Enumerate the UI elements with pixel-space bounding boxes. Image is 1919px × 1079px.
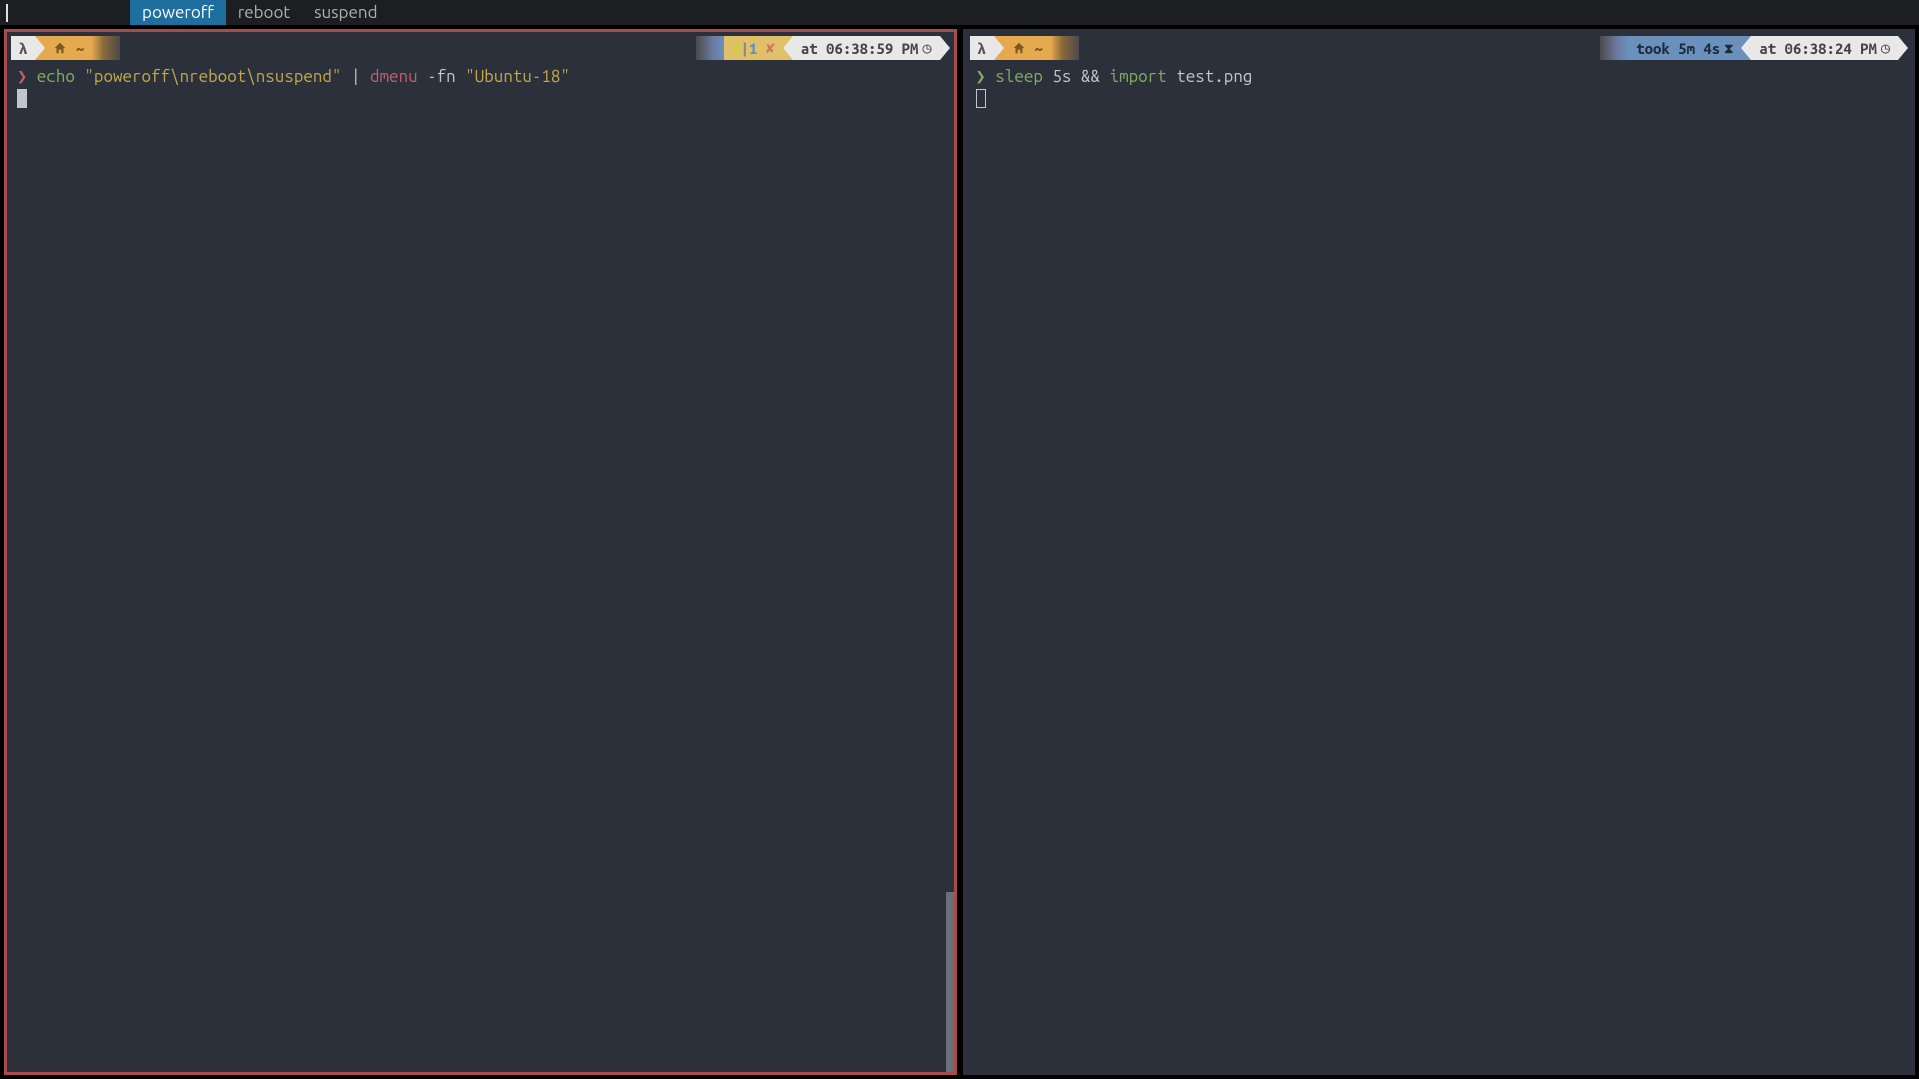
cmd-token: dmenu bbox=[370, 67, 418, 86]
home-icon bbox=[1012, 41, 1026, 55]
status-took-text: took 5m 4s bbox=[1636, 40, 1720, 57]
status-time: at 06:38:59 PM bbox=[793, 36, 940, 60]
status-time-text: at 06:38:24 PM bbox=[1759, 40, 1877, 57]
cmd-token: sleep bbox=[995, 67, 1043, 86]
cmd-token: "Ubuntu-18" bbox=[465, 67, 570, 86]
cmd-token: "poweroff\nreboot\nsuspend" bbox=[84, 67, 341, 86]
dmenu-item-suspend[interactable]: suspend bbox=[302, 0, 389, 25]
powerline-sep-icon bbox=[1741, 36, 1751, 60]
status-lambda: λ bbox=[970, 36, 994, 60]
cmd-token: import bbox=[1110, 67, 1167, 86]
powerline-sep-icon bbox=[940, 36, 950, 60]
status-took: took 5m 4s bbox=[1628, 36, 1741, 60]
clock-icon bbox=[918, 39, 931, 57]
exit-b: 1 bbox=[749, 40, 757, 57]
cmd-token: | bbox=[341, 67, 370, 86]
prompt-char: ❯ bbox=[17, 67, 27, 86]
powerline-sep-icon bbox=[783, 36, 793, 60]
status-spacer bbox=[1079, 36, 1600, 60]
workspace: λ ~ 0|1 ✘ at 06:38:59 PM ❯ echo "powerof… bbox=[0, 25, 1919, 1079]
powerline-sep-icon bbox=[35, 36, 45, 60]
cmd-token: echo bbox=[37, 67, 75, 86]
status-line: λ ~ took 5m 4s at 06:38:24 PM bbox=[970, 36, 1909, 60]
dmenu-caret-icon bbox=[6, 4, 8, 22]
terminal-body[interactable]: ❯ sleep 5s && import test.png bbox=[976, 66, 1903, 1066]
exit-a: 0 bbox=[732, 40, 740, 57]
terminal-pane-left[interactable]: λ ~ 0|1 ✘ at 06:38:59 PM ❯ echo "powerof… bbox=[4, 29, 957, 1075]
dmenu-item-label: poweroff bbox=[142, 3, 214, 22]
dmenu-item-label: reboot bbox=[238, 3, 290, 22]
status-spacer bbox=[120, 36, 696, 60]
cmd-token bbox=[75, 67, 85, 86]
home-icon bbox=[53, 41, 67, 55]
powerline-fade-icon bbox=[696, 36, 724, 60]
powerline-sep-icon bbox=[1898, 36, 1908, 60]
status-path-text: ~ bbox=[1034, 40, 1042, 57]
lambda-icon: λ bbox=[19, 40, 27, 57]
scrollbar[interactable] bbox=[946, 892, 954, 1072]
dmenu-input[interactable] bbox=[0, 0, 130, 25]
terminal-pane-right[interactable]: λ ~ took 5m 4s at 06:38:24 PM ❯ sleep 5s… bbox=[963, 29, 1916, 1075]
dmenu-item-label: suspend bbox=[314, 3, 377, 22]
hourglass-icon bbox=[1720, 39, 1733, 57]
status-time-text: at 06:38:59 PM bbox=[801, 40, 919, 57]
dmenu-bar[interactable]: poweroff reboot suspend bbox=[0, 0, 1919, 25]
lambda-icon: λ bbox=[978, 40, 986, 57]
cmd-token: && bbox=[1081, 67, 1100, 86]
dmenu-item-poweroff[interactable]: poweroff bbox=[130, 0, 226, 25]
prompt-char: ❯ bbox=[976, 67, 986, 86]
status-exit-code: 0|1 ✘ bbox=[724, 36, 783, 60]
status-lambda: λ bbox=[11, 36, 35, 60]
cmd-token bbox=[1100, 67, 1110, 86]
terminal-body[interactable]: ❯ echo "poweroff\nreboot\nsuspend" | dme… bbox=[17, 66, 944, 1066]
status-path: ~ bbox=[1004, 36, 1051, 60]
cursor-icon bbox=[976, 89, 986, 108]
cmd-token: test.png bbox=[1167, 67, 1253, 86]
powerline-fade-icon bbox=[1600, 36, 1628, 60]
cmd-token: -fn bbox=[418, 67, 466, 86]
status-path: ~ bbox=[45, 36, 92, 60]
x-icon: ✘ bbox=[766, 39, 775, 57]
powerline-fade-icon bbox=[92, 36, 120, 60]
clock-icon bbox=[1877, 39, 1890, 57]
status-line: λ ~ 0|1 ✘ at 06:38:59 PM bbox=[11, 36, 950, 60]
powerline-fade-icon bbox=[1051, 36, 1079, 60]
cursor-icon bbox=[17, 89, 27, 108]
dmenu-item-reboot[interactable]: reboot bbox=[226, 0, 302, 25]
cmd-token: 5s bbox=[1043, 67, 1081, 86]
status-path-text: ~ bbox=[76, 40, 84, 57]
powerline-sep-icon bbox=[994, 36, 1004, 60]
status-time: at 06:38:24 PM bbox=[1751, 36, 1898, 60]
